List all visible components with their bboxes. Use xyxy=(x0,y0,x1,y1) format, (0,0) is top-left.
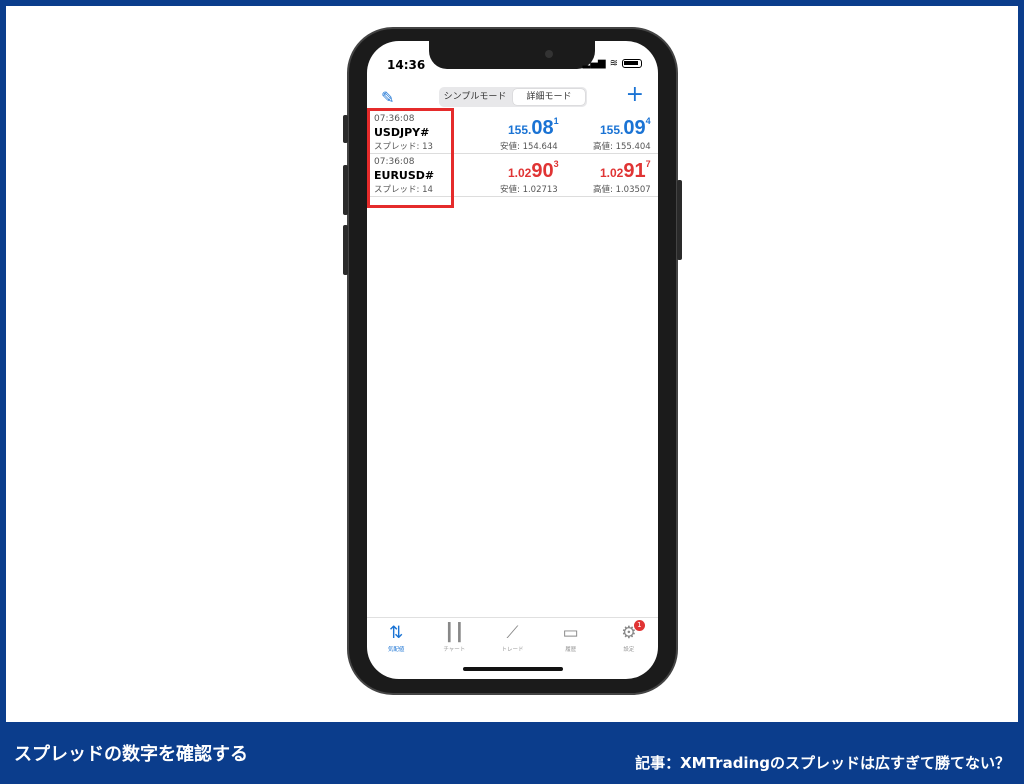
tab-simple-mode[interactable]: シンプルモード xyxy=(439,87,511,107)
tab-trade[interactable]: ⟋ トレード xyxy=(483,618,541,661)
phone-side-button xyxy=(343,115,348,143)
tab-label: 履歴 xyxy=(565,647,577,653)
edit-pencil-icon[interactable]: ✎ xyxy=(381,88,394,107)
phone-side-button xyxy=(343,225,348,275)
ask-price-tiny: 7 xyxy=(645,159,651,169)
bid-price-tiny: 3 xyxy=(553,159,559,169)
tab-label: トレード xyxy=(501,647,524,653)
high-price: 高値: 1.03507 xyxy=(593,185,651,195)
tab-quotes[interactable]: ⇅ 気配値 xyxy=(367,618,425,661)
high-price: 高値: 155.404 xyxy=(593,142,651,152)
home-indicator[interactable] xyxy=(463,667,563,671)
ask-price-big: 09 xyxy=(623,117,646,139)
phone-screen: 14:36 ▂▄▆ ≋ ✎ シンプルモード 詳細モード + 07:36:08 U… xyxy=(367,41,658,679)
battery-icon xyxy=(622,59,642,68)
footer-bar: スプレッドの数字を確認する 記事：XMTradingのスプレッドは広すぎて勝てな… xyxy=(0,722,1024,784)
trade-icon: ⟋ xyxy=(506,623,519,643)
spread-highlight-box xyxy=(367,108,454,208)
bid-price: 155.081 xyxy=(508,116,559,140)
tab-settings[interactable]: ⚙ 1 設定 xyxy=(600,618,658,661)
tab-label: 設定 xyxy=(623,647,635,653)
signal-icon: ▂▄▆ xyxy=(582,58,606,69)
notification-badge: 1 xyxy=(633,620,645,631)
add-symbol-icon[interactable]: + xyxy=(626,82,644,107)
chart-icon: ┃┃ xyxy=(444,623,465,643)
footer-caption: スプレッドの数字を確認する xyxy=(14,744,248,765)
ask-price: 1.02917 xyxy=(600,159,651,183)
phone-side-button xyxy=(343,165,348,215)
ask-price-prefix: 155. xyxy=(600,123,624,137)
quotes-icon: ⇅ xyxy=(388,623,404,643)
status-time: 14:36 xyxy=(387,58,426,72)
bid-price-prefix: 155. xyxy=(508,123,532,137)
tab-history[interactable]: ▭ 履歴 xyxy=(542,618,600,661)
ask-price-tiny: 4 xyxy=(645,116,651,126)
history-icon: ▭ xyxy=(562,623,579,643)
bid-price: 1.02903 xyxy=(508,159,559,183)
article-link[interactable]: 記事：XMTradingのスプレッドは広すぎて勝てない？ xyxy=(635,752,1010,773)
tab-label: チャート xyxy=(443,647,466,653)
ask-price: 155.094 xyxy=(600,116,651,140)
phone-power-button xyxy=(677,180,682,260)
settings-icon: ⚙ xyxy=(621,623,637,643)
bid-price-prefix: 1.02 xyxy=(508,166,532,180)
low-price: 安値: 1.02713 xyxy=(500,185,558,195)
bid-price-big: 90 xyxy=(531,160,554,182)
camera-icon xyxy=(545,50,553,58)
ask-price-prefix: 1.02 xyxy=(600,166,624,180)
tab-detail-mode[interactable]: 詳細モード xyxy=(513,89,585,105)
wifi-icon: ≋ xyxy=(609,58,618,69)
mode-segmented-control: シンプルモード 詳細モード xyxy=(439,87,587,107)
low-price: 安値: 154.644 xyxy=(500,142,558,152)
phone-notch xyxy=(429,41,595,69)
tab-label: 気配値 xyxy=(387,647,405,653)
bid-price-tiny: 1 xyxy=(553,116,559,126)
status-icons: ▂▄▆ ≋ xyxy=(583,58,642,69)
bid-price-big: 08 xyxy=(531,117,554,139)
ask-price-big: 91 xyxy=(623,160,646,182)
bottom-tab-bar: ⇅ 気配値 ┃┃ チャート ⟋ トレード ▭ 履歴 ⚙ 1 設定 xyxy=(367,617,658,661)
tab-chart[interactable]: ┃┃ チャート xyxy=(425,618,483,661)
